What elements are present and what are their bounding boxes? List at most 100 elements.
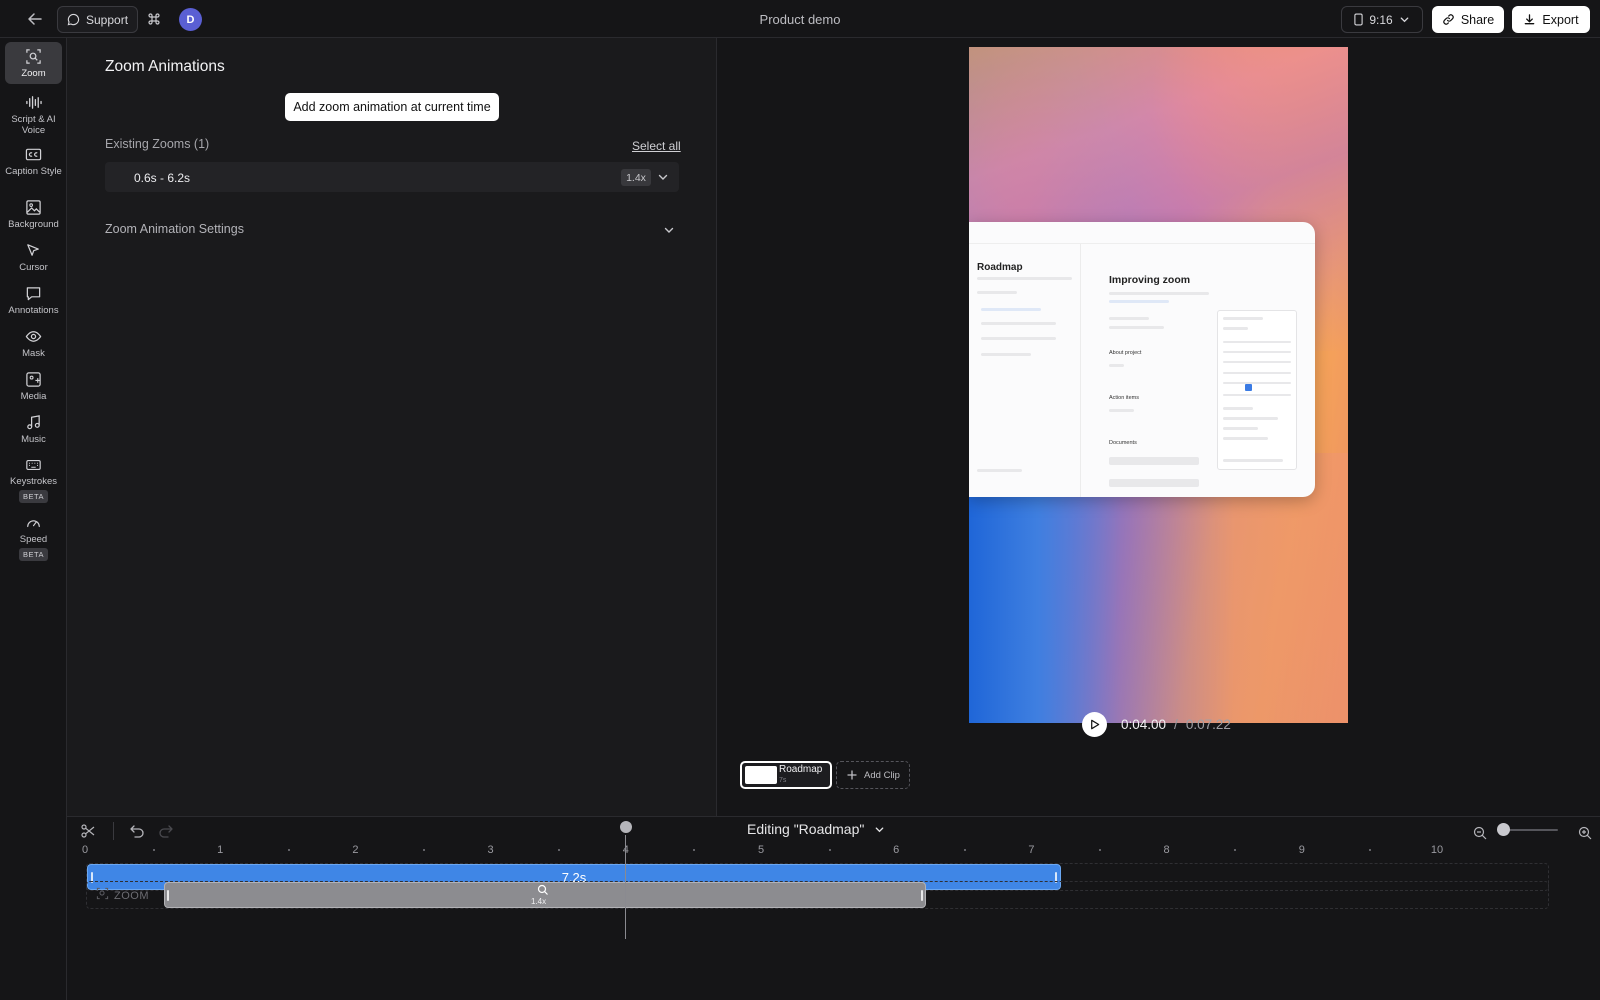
zoom-list-item[interactable]: 0.6s - 6.2s 1.4x — [105, 162, 679, 192]
rail-item-keystrokes[interactable]: Keystrokes BETA — [5, 451, 62, 503]
recording-calendar-popover — [1217, 310, 1297, 470]
rail-item-script-ai-voice[interactable]: Script & AI Voice — [5, 88, 62, 136]
redo-icon[interactable] — [158, 823, 174, 839]
zoom-icon — [26, 49, 41, 64]
trim-handle-right[interactable] — [921, 890, 923, 901]
zoom-level-badge: 1.4x — [621, 169, 651, 186]
beta-badge: BETA — [18, 548, 49, 561]
rail-item-speed[interactable]: Speed BETA — [5, 509, 62, 561]
rail-item-cursor[interactable]: Cursor — [5, 236, 62, 276]
ruler-half-tick — [693, 849, 696, 851]
screen-recording-frame: Roadmap Improving zoom About project Act… — [969, 222, 1315, 497]
panel-title: Zoom Animations — [105, 58, 225, 75]
recording-sidebar-title: Roadmap — [977, 262, 1023, 273]
ruler-half-tick — [828, 849, 831, 851]
zoom-segment-level: 1.4x — [531, 897, 547, 906]
beta-badge: BETA — [18, 490, 49, 503]
video-preview[interactable]: Roadmap Improving zoom About project Act… — [969, 47, 1348, 723]
ruler-tick-label: 7 — [1028, 844, 1035, 856]
play-icon — [1091, 719, 1100, 730]
preview-area: Roadmap Improving zoom About project Act… — [718, 38, 1600, 816]
add-zoom-animation-button[interactable]: Add zoom animation at current time — [285, 93, 499, 121]
recording-action-items-label: Action items — [1109, 395, 1139, 401]
rail-label: Script & AI Voice — [11, 114, 56, 136]
rail-label: Mask — [22, 348, 45, 359]
ruler-tick-label: 1 — [217, 844, 224, 856]
image-icon — [26, 200, 41, 215]
rail-label: Caption Style — [5, 166, 62, 177]
chevron-down-icon[interactable] — [663, 224, 675, 236]
zoom-segment[interactable]: 1.4x — [164, 882, 926, 908]
chevron-down-icon[interactable] — [657, 171, 669, 183]
current-time: 0:04.00 — [1121, 717, 1167, 732]
zoom-range: 0.6s - 6.2s — [134, 171, 191, 185]
select-all-link[interactable]: Select all — [632, 139, 681, 153]
gauge-icon — [27, 520, 40, 528]
chevron-down-icon — [875, 826, 884, 832]
playhead-line[interactable] — [625, 835, 627, 939]
add-clip-label: Add Clip — [864, 769, 900, 781]
scissors-icon[interactable] — [80, 823, 96, 839]
rail-label: Zoom — [21, 68, 46, 79]
rail-label: Speed — [19, 534, 48, 545]
playhead-handle[interactable] — [619, 821, 632, 833]
link-icon — [1442, 13, 1455, 26]
rail-item-media[interactable]: Media — [5, 365, 62, 405]
time-separator: / — [1174, 717, 1178, 732]
recording-page-title: Improving zoom — [1109, 274, 1191, 286]
ruler-half-tick — [1369, 849, 1372, 851]
rail-label: Keystrokes — [10, 476, 57, 487]
clip-preview-image — [745, 766, 777, 784]
rail-item-background[interactable]: Background — [5, 193, 62, 233]
ruler-tick-label: 5 — [757, 844, 765, 856]
ruler-half-tick — [558, 849, 561, 851]
document-title[interactable]: Product demo — [700, 12, 900, 27]
zoom-in-icon[interactable] — [1578, 826, 1592, 840]
plus-icon — [847, 770, 857, 780]
clip-thumbnail[interactable]: Roadmap 7s — [740, 761, 832, 789]
zoom-animation-settings-toggle[interactable]: Zoom Animation Settings — [105, 222, 244, 236]
editing-clip-selector[interactable]: Editing "Roadmap" — [747, 821, 885, 837]
ruler-tick-label: 8 — [1163, 844, 1170, 856]
zoom-out-icon[interactable] — [1473, 826, 1487, 840]
rail-item-music[interactable]: Music — [5, 408, 62, 448]
play-button[interactable] — [1082, 712, 1107, 737]
timeline: Editing "Roadmap" 012345678910 7.2s ZOOM… — [67, 816, 1600, 1000]
aspect-ratio-dropdown[interactable]: 9:16 — [1341, 6, 1423, 33]
aspect-ratio-value: 9:16 — [1369, 12, 1393, 27]
avatar[interactable]: D — [179, 8, 202, 31]
rail-label: Annotations — [8, 305, 59, 316]
ruler-half-tick — [423, 849, 425, 851]
rail-item-caption-style[interactable]: Caption Style — [5, 140, 62, 188]
back-arrow-icon[interactable] — [24, 10, 46, 28]
trim-handle-left[interactable] — [167, 890, 169, 901]
clip-name: Roadmap — [779, 764, 823, 775]
rail-item-annotations[interactable]: Annotations — [5, 279, 62, 319]
total-time: 0:07.22 — [1185, 717, 1231, 732]
tool-rail: Zoom Script & AI Voice Caption Style Bac… — [0, 38, 67, 1000]
ruler-tick-label: 3 — [487, 844, 494, 856]
rail-item-mask[interactable]: Mask — [5, 322, 62, 362]
chevron-down-icon — [1399, 14, 1410, 25]
captions-icon — [25, 148, 42, 161]
ruler-tick-label: 0 — [81, 844, 89, 856]
rail-item-zoom[interactable]: Zoom — [5, 42, 62, 84]
rail-label: Music — [21, 434, 46, 445]
phone-icon — [1354, 13, 1363, 26]
ruler-tick-label: 10 — [1430, 844, 1444, 856]
timeline-zoom-slider-knob[interactable] — [1497, 823, 1510, 836]
playback-controls: 0:04.00 / 0:07.22 — [1082, 712, 1231, 737]
rail-label: Media — [20, 391, 47, 402]
undo-icon[interactable] — [129, 823, 145, 839]
add-clip-button[interactable]: Add Clip — [836, 761, 910, 789]
command-icon[interactable] — [146, 11, 162, 27]
zoom-track-label: ZOOM — [114, 890, 149, 902]
ruler-half-tick — [963, 849, 966, 851]
share-button[interactable]: Share — [1432, 6, 1504, 33]
export-button[interactable]: Export — [1512, 6, 1590, 33]
magnifier-icon — [537, 884, 549, 896]
chat-icon — [67, 13, 80, 26]
recording-documents-label: Documents — [1109, 440, 1137, 446]
zoom-track-icon — [96, 887, 110, 901]
support-button[interactable]: Support — [57, 6, 139, 33]
